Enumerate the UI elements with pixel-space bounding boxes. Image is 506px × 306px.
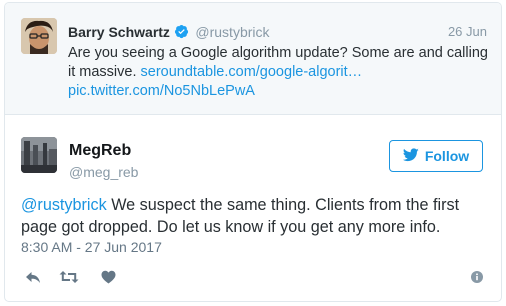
parent-text-line1: Are you seeing a Google algorithm update… xyxy=(68,45,488,61)
follow-button-label: Follow xyxy=(424,148,470,164)
info-icon xyxy=(471,271,483,283)
reply-button[interactable] xyxy=(25,266,41,288)
like-button[interactable] xyxy=(101,266,116,288)
author-name[interactable]: MegReb xyxy=(69,142,131,160)
parent-tweet-text: Are you seeing a Google algorithm update… xyxy=(68,44,488,101)
embedded-tweet-card: Barry Schwartz @rustybrick 26 Jun Are yo… xyxy=(4,2,502,302)
mention-link[interactable]: @rustybrick xyxy=(21,196,107,214)
info-button[interactable] xyxy=(471,266,483,288)
author-avatar[interactable] xyxy=(21,137,57,173)
reply-icon xyxy=(25,270,41,284)
retweet-button[interactable] xyxy=(59,266,79,288)
tweet-text: @rustybrick We suspect the same thing. C… xyxy=(21,194,491,238)
action-bar xyxy=(5,266,501,292)
parent-tweet[interactable]: Barry Schwartz @rustybrick 26 Jun Are yo… xyxy=(5,3,501,115)
twitter-bird-icon xyxy=(402,147,419,165)
parent-pic-link[interactable]: pic.twitter.com/No5NbLePwA xyxy=(68,83,255,99)
parent-text-line2: it massive. xyxy=(68,64,141,80)
heart-icon xyxy=(101,270,116,284)
parent-avatar[interactable] xyxy=(21,18,57,54)
parent-article-link[interactable]: seroundtable.com/google-algorit… xyxy=(141,64,363,80)
parent-handle[interactable]: @rustybrick xyxy=(195,24,269,40)
tweet-timestamp[interactable]: 8:30 AM - 27 Jun 2017 xyxy=(21,239,162,255)
follow-button[interactable]: Follow xyxy=(389,140,483,172)
verified-badge-icon xyxy=(174,24,189,39)
parent-author-name[interactable]: Barry Schwartz xyxy=(68,24,170,40)
parent-date[interactable]: 26 Jun xyxy=(448,24,487,39)
author-handle[interactable]: @meg_reb xyxy=(69,164,138,180)
retweet-icon xyxy=(59,270,79,284)
parent-header: Barry Schwartz @rustybrick 26 Jun xyxy=(68,24,487,44)
